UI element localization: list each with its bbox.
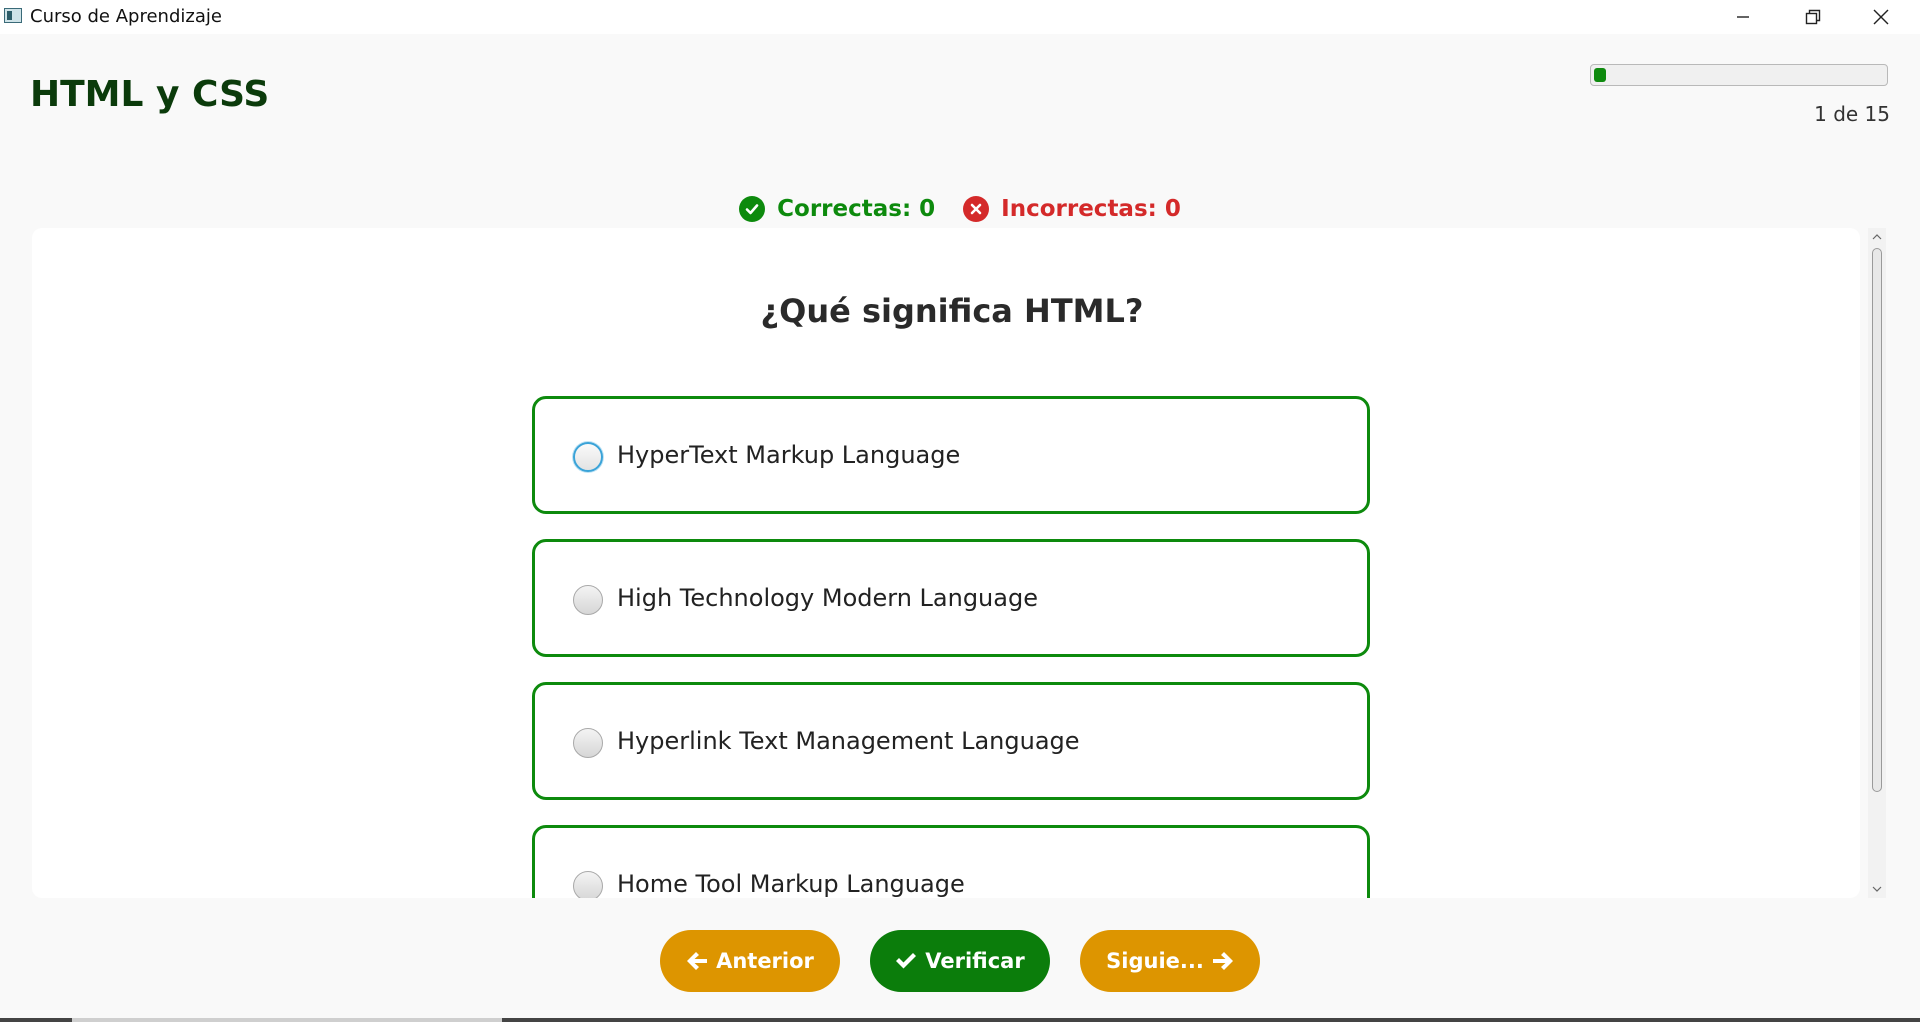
close-icon (1873, 9, 1889, 25)
scroll-up-icon[interactable] (1872, 232, 1882, 242)
answer-option[interactable]: Home Tool Markup Language (532, 825, 1370, 898)
window-title: Curso de Aprendizaje (30, 6, 222, 27)
answer-option[interactable]: High Technology Modern Language (532, 539, 1370, 657)
window-bottom-edge (0, 1018, 1920, 1022)
progress-bar (1590, 64, 1888, 86)
next-button-label: Siguie... (1106, 949, 1204, 973)
scroll-down-icon[interactable] (1872, 884, 1882, 894)
answer-radio[interactable] (573, 871, 603, 898)
answer-radio[interactable] (573, 442, 603, 472)
answer-radio[interactable] (573, 728, 603, 758)
restore-icon (1805, 9, 1821, 25)
app-icon (4, 8, 22, 23)
restore-button[interactable] (1780, 0, 1846, 34)
scrollbar-thumb[interactable] (1872, 248, 1882, 792)
check-circle-icon (739, 196, 766, 222)
answer-option[interactable]: HyperText Markup Language (532, 396, 1370, 514)
answer-option-label: Hyperlink Text Management Language (617, 727, 1080, 755)
vertical-scrollbar[interactable] (1868, 228, 1886, 898)
correct-score: Correctas: 0 (739, 196, 935, 222)
course-title: HTML y CSS (30, 74, 270, 115)
incorrect-score-label: Incorrectas: 0 (1001, 196, 1181, 222)
answer-option-label: Home Tool Markup Language (617, 870, 965, 898)
close-button[interactable] (1848, 0, 1914, 34)
arrow-left-icon (687, 952, 708, 970)
previous-button[interactable]: Anterior (660, 930, 840, 992)
previous-button-label: Anterior (716, 949, 814, 973)
incorrect-score: Incorrectas: 0 (963, 196, 1181, 222)
answer-radio[interactable] (573, 585, 603, 615)
question-card: ¿Qué significa HTML? HyperText Markup La… (32, 228, 1860, 898)
x-circle-icon (963, 196, 990, 222)
minimize-button[interactable] (1710, 0, 1776, 34)
minimize-icon (1737, 16, 1749, 18)
arrow-right-icon (1212, 952, 1233, 970)
window-titlebar: Curso de Aprendizaje (0, 0, 1920, 34)
answer-option-label: High Technology Modern Language (617, 584, 1038, 612)
next-button[interactable]: Siguie... (1080, 930, 1260, 992)
score-summary: Correctas: 0 Incorrectas: 0 (0, 192, 1920, 226)
verify-button[interactable]: Verificar (870, 930, 1050, 992)
verify-button-label: Verificar (925, 949, 1025, 973)
check-icon (896, 953, 917, 969)
progress-counter: 1 de 15 (1814, 102, 1890, 126)
answer-option-label: HyperText Markup Language (617, 441, 961, 469)
answer-option[interactable]: Hyperlink Text Management Language (532, 682, 1370, 800)
progress-bar-fill (1594, 68, 1606, 82)
question-text: ¿Qué significa HTML? (760, 292, 1144, 330)
correct-score-label: Correctas: 0 (777, 196, 936, 222)
